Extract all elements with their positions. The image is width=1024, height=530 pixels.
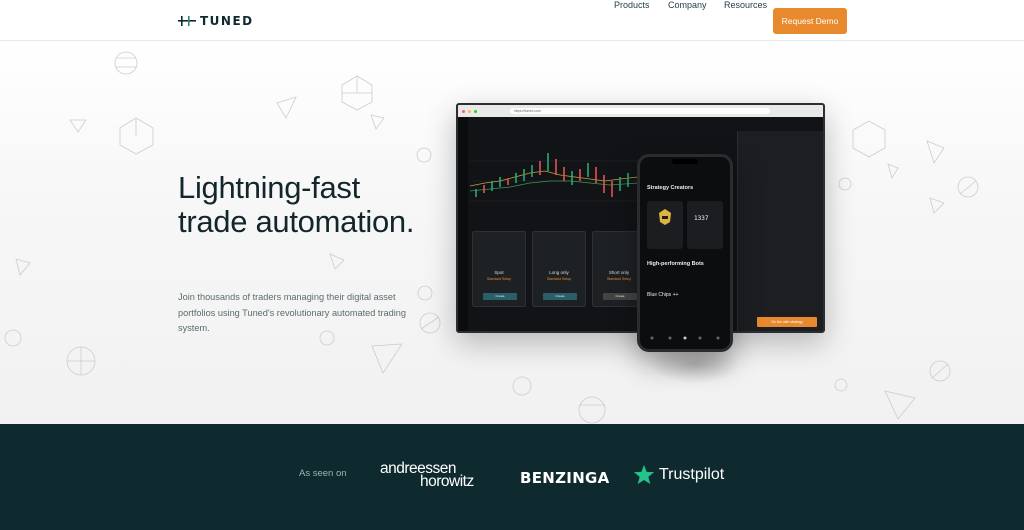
hero-headline: Lightning-fast trade automation. [178,171,414,239]
trustpilot-text: Trustpilot [659,466,725,483]
benzinga-logo: BENZINGA [520,469,610,487]
logo-mark-icon [178,16,196,26]
phone-bottom-nav [650,336,720,340]
strategy-card-subtitle: Standard Setup [486,277,512,281]
brand-logo[interactable]: TUNED [178,14,254,28]
creator-tile[interactable] [647,201,683,249]
helmet-icon [659,209,671,225]
create-button[interactable]: Create [603,293,637,300]
request-demo-button[interactable]: Request Demo [773,8,847,34]
trustpilot-logo: Trustpilot [633,464,724,486]
phone-app-mockup: Strategy Creators 1337 High-performing B… [637,154,733,352]
high-performing-bots-heading: High-performing Bots [647,261,704,267]
hero-headline-line2: trade automation. [178,204,415,239]
brand-name: TUNED [200,14,254,28]
browser-dot-icon [462,109,465,113]
nav-company[interactable]: Company [668,0,707,10]
strategy-creators-heading: Strategy Creators [647,185,694,191]
browser-url: https://tuned.com [510,108,770,114]
creator-tile-value: 1337 [694,215,709,222]
strategy-card-title: Spot [494,270,504,275]
browser-dot-icon [474,109,477,113]
creator-tile[interactable]: 1337 [687,201,723,249]
create-button[interactable]: Create [483,293,517,300]
browser-bar: https://tuned.com [458,105,823,117]
app-sidebar [458,117,468,331]
nav-resources[interactable]: Resources [724,0,767,10]
strategy-card-spot[interactable]: Spot Standard Setup Create [472,231,526,307]
go-live-button[interactable]: Go live with strategy [757,317,817,327]
strategy-card-long[interactable]: Long only Standard Setup Create [532,231,586,307]
top-navbar: TUNED Products Company Resources Request… [0,0,1024,41]
price-chart [470,153,638,202]
strategy-card-title: Long only [549,270,569,275]
andreessen-horowitz-logo: andreessen horowitz [380,461,474,490]
hero-headline-line1: Lightning-fast [178,170,360,205]
as-seen-on-label: As seen on [299,468,347,479]
browser-dot-icon [468,109,471,113]
settings-panel: Go live with strategy [737,131,823,331]
strategy-card-subtitle: Standard Setup [546,277,572,281]
bot-row-label[interactable]: Blue Chips ++ [647,292,678,298]
nav-products[interactable]: Products [614,0,650,10]
trustpilot-star-icon [633,464,655,485]
hero-subtitle: Join thousands of traders managing their… [178,292,407,333]
phone-notch [672,159,698,164]
press-strip [0,424,1024,530]
create-button[interactable]: Create [543,293,577,300]
